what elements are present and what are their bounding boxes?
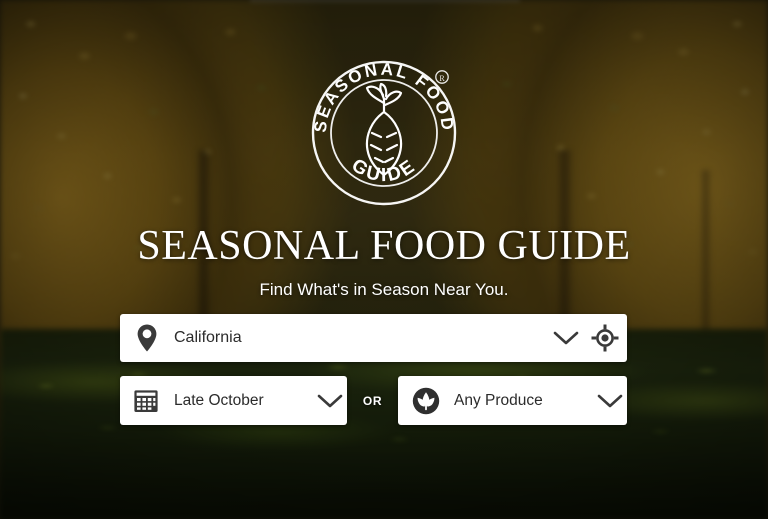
chevron-down-icon[interactable] (313, 393, 347, 409)
hero-page: SEASONAL FOOD GUIDE R SEASONAL FOOD GUID… (0, 0, 768, 519)
produce-select-field[interactable]: Any Produce (398, 376, 627, 425)
site-logo[interactable]: SEASONAL FOOD GUIDE R (309, 55, 459, 215)
or-divider-label: OR (362, 393, 383, 408)
date-select-field[interactable]: Late October (120, 376, 347, 425)
location-value[interactable]: California (170, 329, 549, 347)
logo-bottom-arc-text: GUIDE (348, 155, 418, 187)
calendar-icon (124, 388, 168, 414)
location-search-field[interactable]: California (120, 314, 627, 362)
page-tagline: Find What's in Season Near You. (259, 280, 509, 299)
chevron-down-icon[interactable] (593, 393, 627, 409)
svg-text:GUIDE: GUIDE (348, 155, 421, 187)
map-pin-icon (124, 323, 170, 353)
registered-trademark-icon: R (435, 70, 449, 84)
seasonal-food-guide-logo-icon: SEASONAL FOOD GUIDE R (311, 60, 457, 206)
svg-text:R: R (439, 74, 445, 83)
crosshair-icon[interactable] (583, 324, 627, 352)
page-title: SEASONAL FOOD GUIDE (137, 223, 631, 269)
chevron-down-icon[interactable] (549, 330, 583, 346)
produce-leaf-icon (404, 387, 448, 415)
carrot-icon (365, 82, 403, 177)
produce-value[interactable]: Any Produce (448, 392, 593, 410)
date-value[interactable]: Late October (168, 392, 313, 410)
hero-content: SEASONAL FOOD GUIDE R SEASONAL FOOD GUID… (0, 0, 768, 519)
